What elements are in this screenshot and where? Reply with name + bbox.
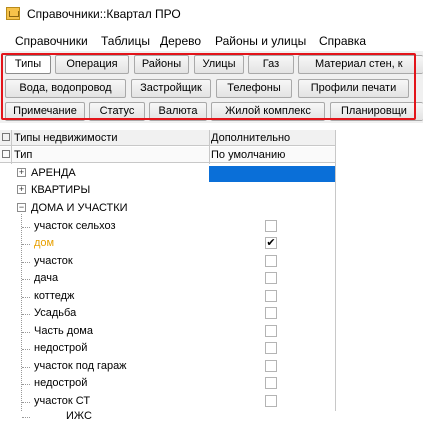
tree-connector (22, 367, 30, 368)
tree-row-kvartiry[interactable]: + КВАРТИРЫ (0, 182, 335, 199)
row-label: ДОМА И УЧАСТКИ (31, 202, 128, 214)
row-label: Часть дома (34, 325, 93, 337)
menu-spravka[interactable]: Справка (319, 34, 366, 48)
default-checkbox[interactable] (265, 272, 277, 284)
collapse-icon[interactable]: − (17, 203, 26, 212)
tree-connector (22, 279, 30, 280)
tree-connector (22, 332, 30, 333)
title-bar: Справочники::Квартал ПРО (0, 0, 423, 28)
expand-icon[interactable]: + (17, 168, 26, 177)
row-label: Усадьба (34, 307, 77, 319)
default-checkbox[interactable] (265, 220, 277, 232)
grid-header: Типы недвижимости Дополнительно (0, 130, 335, 146)
tab-zastroishchik[interactable]: Застройщик (131, 79, 211, 98)
tree-row[interactable]: дом ✔ (0, 235, 335, 252)
default-checkbox-checked[interactable]: ✔ (265, 237, 277, 249)
tree-row-doma-i-uchastki[interactable]: − ДОМА И УЧАСТКИ (0, 200, 335, 217)
row-label: недострой (34, 342, 88, 354)
tab-raiony[interactable]: Районы (134, 55, 189, 74)
tree-row[interactable]: участок сельхоз (0, 218, 335, 235)
tab-planirovshchik[interactable]: Планировщи (330, 102, 423, 121)
column-header-type[interactable]: Тип (14, 149, 32, 161)
tree-row[interactable]: Усадьба (0, 305, 335, 322)
default-checkbox[interactable] (265, 255, 277, 267)
default-checkbox[interactable] (265, 325, 277, 337)
row-label: дом (34, 237, 55, 249)
types-grid[interactable]: Типы недвижимости Дополнительно Тип По у… (0, 130, 423, 422)
tab-operatsiya[interactable]: Операция (55, 55, 129, 74)
grid-right-edge (335, 130, 336, 411)
tab-zhiloi-kompleks[interactable]: Жилой комплекс (211, 102, 325, 121)
row-label: коттедж (34, 290, 75, 302)
tab-valyuta[interactable]: Валюта (149, 102, 207, 121)
tab-profili-pechati[interactable]: Профили печати (298, 79, 409, 98)
default-checkbox[interactable] (265, 360, 277, 372)
tree-row[interactable]: дача (0, 270, 335, 287)
tree-row[interactable]: Часть дома (0, 323, 335, 340)
tabs-area: Типы Операция Районы Улицы Газ Материал … (0, 51, 423, 123)
tree-connector (22, 349, 30, 350)
tree-connector (22, 244, 30, 245)
grid-indicator-icon (2, 150, 10, 158)
row-label: участок сельхоз (34, 220, 116, 232)
tab-voda-vodoprovod[interactable]: Вода, водопровод (5, 79, 126, 98)
tree-connector (22, 402, 30, 403)
default-checkbox[interactable] (265, 342, 277, 354)
tab-status[interactable]: Статус (89, 102, 145, 121)
tree-row[interactable]: недострой (0, 375, 335, 392)
column-header-additional[interactable]: Дополнительно (211, 132, 290, 144)
row-label: участок (34, 255, 73, 267)
tree-connector (22, 417, 30, 418)
row-label: АРЕНДА (31, 167, 76, 179)
tree-row[interactable]: участок (0, 253, 335, 270)
menu-bar: Справочники Таблицы Дерево Районы и улиц… (0, 33, 423, 51)
tree-row[interactable]: коттедж (0, 288, 335, 305)
default-checkbox[interactable] (265, 395, 277, 407)
menu-spravochniki[interactable]: Справочники (15, 34, 88, 48)
tree-connector (22, 297, 30, 298)
row-label: ИЖС (66, 410, 92, 422)
tree-connector (22, 262, 30, 263)
menu-derevo[interactable]: Дерево (160, 34, 201, 48)
grid-indicator-icon (2, 133, 10, 141)
app-icon (6, 7, 20, 20)
column-header-default[interactable]: По умолчанию (211, 149, 285, 161)
tree-connector (22, 384, 30, 385)
row-label: дача (34, 272, 59, 284)
tab-telefony[interactable]: Телефоны (216, 79, 292, 98)
tree-connector (22, 227, 30, 228)
default-checkbox[interactable] (265, 290, 277, 302)
tree-row[interactable]: участок под гараж (0, 358, 335, 375)
default-checkbox[interactable] (265, 307, 277, 319)
menu-raiony-i-ulitsy[interactable]: Районы и улицы (215, 34, 306, 48)
column-header-types[interactable]: Типы недвижимости (14, 132, 118, 144)
tree-connector (22, 314, 30, 315)
column-divider (209, 130, 210, 164)
default-checkbox[interactable] (265, 377, 277, 389)
tab-primechanie[interactable]: Примечание (5, 102, 85, 121)
tab-ulitsy[interactable]: Улицы (194, 55, 244, 74)
indicator-divider (11, 130, 12, 164)
row-label: КВАРТИРЫ (31, 184, 91, 196)
grid-subheader: Тип По умолчанию (0, 147, 335, 163)
tree-row[interactable]: недострой (0, 340, 335, 357)
menu-tablitsy[interactable]: Таблицы (101, 34, 150, 48)
row-label: недострой (34, 377, 88, 389)
tab-tipy[interactable]: Типы (5, 55, 51, 74)
tree-row-arenda[interactable]: + АРЕНДА (0, 165, 335, 182)
tab-material-sten[interactable]: Материал стен, к (298, 55, 423, 74)
tab-gaz[interactable]: Газ (248, 55, 294, 74)
expand-icon[interactable]: + (17, 185, 26, 194)
window-title: Справочники::Квартал ПРО (27, 7, 181, 21)
row-label: участок под гараж (34, 360, 127, 372)
row-label: участок СТ (34, 395, 91, 407)
